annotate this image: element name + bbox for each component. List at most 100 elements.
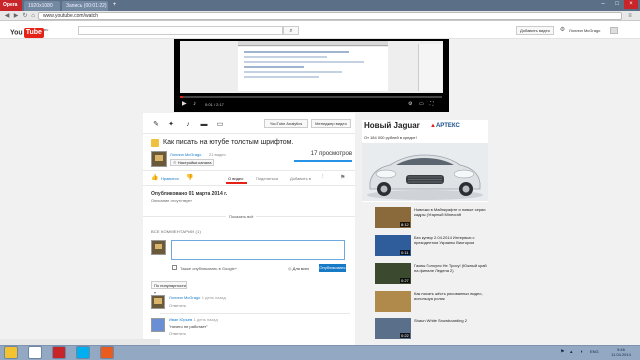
suggestion-thumbnail: [375, 291, 411, 312]
opera-icon[interactable]: [52, 346, 66, 359]
suggestion-item[interactable]: 8:12 Новички в Майнкрафте и новые серии …: [362, 207, 488, 231]
video-frame-document: [238, 47, 388, 91]
tray-volume-icon[interactable]: ◖: [580, 349, 583, 355]
minimize-icon[interactable]: –: [596, 0, 610, 9]
ad-brand-label: АРТЕКС: [435, 123, 460, 129]
search-input[interactable]: [78, 26, 283, 35]
theater-mode-icon[interactable]: ▭: [419, 100, 424, 109]
tab-add-to[interactable]: Добавить в: [290, 176, 311, 181]
opera-menu-button[interactable]: Opera: [0, 0, 22, 11]
comment-time: 1 день назад: [193, 317, 218, 322]
tab-recording[interactable]: Запись (00:01:22): [62, 1, 108, 11]
suggestion-item[interactable]: Как писать жёсть рисованных видео, испол…: [362, 291, 488, 315]
new-tab-icon[interactable]: +: [110, 1, 119, 10]
close-window-icon[interactable]: ×: [624, 0, 638, 9]
comment-input[interactable]: [171, 240, 345, 260]
clock-date: 11.04.2014: [611, 352, 631, 357]
show-all-button[interactable]: Показать всё: [226, 214, 257, 219]
author-link[interactable]: Лоллип McGrago: [170, 152, 201, 157]
system-clock[interactable]: 9:46 11.04.2014: [604, 347, 638, 357]
comment-author[interactable]: Иван Юрьев: [169, 317, 192, 322]
forward-icon[interactable]: ▶: [12, 12, 20, 20]
logo-region: RU: [43, 28, 49, 32]
suggestion-title: Новички в Майнкрафте и новые серии кадры…: [414, 207, 486, 217]
address-input[interactable]: www.youtube.com/watch: [38, 12, 622, 20]
stats-icon[interactable]: ⫶: [322, 174, 324, 181]
suggestion-duration: 8:12: [400, 222, 410, 227]
dislike-icon[interactable]: 👎: [186, 174, 193, 181]
settings-icon[interactable]: ⚙: [408, 100, 412, 109]
comment-avatar[interactable]: [151, 318, 165, 332]
comment-avatar[interactable]: [151, 295, 165, 309]
flag-icon[interactable]: ⚑: [340, 174, 345, 181]
gplus-checkbox[interactable]: [172, 265, 177, 270]
publish-comment-button[interactable]: Опубликовать: [319, 264, 346, 272]
magic-wand-icon[interactable]: ✦: [166, 120, 176, 130]
logo-box: Tube: [23, 28, 44, 39]
gplus-label: Также опубликовать в Google+: [180, 266, 238, 271]
video-description: Описание отсутствует: [151, 198, 192, 203]
media-player-icon[interactable]: [100, 346, 114, 359]
player-progress-track[interactable]: [180, 96, 442, 98]
language-indicator[interactable]: ENG: [590, 349, 599, 354]
reply-button[interactable]: Ответить: [169, 331, 186, 336]
audience-select[interactable]: ◍ Для всех: [288, 266, 309, 271]
tray-network-icon[interactable]: ▴: [570, 349, 573, 355]
comment-time: 1 день назад: [201, 295, 226, 300]
comment-header: Иван Юрьев 1 день назад: [169, 317, 218, 323]
reload-icon[interactable]: ↻: [21, 12, 29, 20]
analytics-button[interactable]: YouTube Analytics: [264, 119, 308, 128]
maximize-icon[interactable]: □: [610, 0, 624, 9]
user-name[interactable]: Лоллип McGrago: [569, 26, 600, 35]
channel-settings-label: Настройки канала: [177, 160, 212, 165]
explorer-icon[interactable]: [4, 346, 18, 359]
upload-button[interactable]: Добавить видео: [516, 26, 554, 35]
like-button[interactable]: Нравится: [161, 176, 179, 181]
yandex-browser-icon[interactable]: [28, 346, 42, 359]
youtube-logo[interactable]: You Tube RU: [10, 25, 49, 39]
tab-about[interactable]: О видео: [228, 176, 243, 181]
suggestion-item[interactable]: 0:27 Гаовы Голоуля Не Тросу! (Южный край…: [362, 263, 488, 287]
annotations-icon[interactable]: ▬: [199, 120, 209, 130]
publish-date: Опубликовано 01 марта 2014 г.: [151, 191, 228, 197]
suggestion-duration: 0:22: [400, 333, 410, 338]
video-manager-button[interactable]: Менеджер видео: [311, 119, 351, 128]
fullscreen-icon[interactable]: ⛶: [430, 100, 434, 109]
back-icon[interactable]: ◀: [3, 12, 11, 20]
video-frame-toolbar: [238, 41, 388, 46]
browser-menu-icon[interactable]: ≡: [626, 12, 634, 20]
suggestion-duration: 0:11: [400, 250, 410, 255]
reply-button[interactable]: Ответить: [169, 303, 186, 308]
like-icon[interactable]: 👍: [151, 174, 159, 182]
search-icon[interactable]: ⌕: [283, 26, 299, 35]
gear-icon[interactable]: ⚙: [558, 26, 567, 35]
author-avatar[interactable]: [151, 151, 167, 167]
subtitles-icon[interactable]: ▭: [215, 120, 225, 130]
suggestion-title: Shaun White Snowboarding 2: [414, 318, 467, 323]
channel-settings-button[interactable]: ⚙ Настройки канала: [170, 159, 214, 166]
tray-flag-icon[interactable]: ⚑: [560, 349, 564, 355]
ad-title: Новый Jaguar: [364, 121, 420, 130]
player-progress-fill: [180, 96, 183, 98]
sort-select[interactable]: По популярности ▾: [151, 281, 187, 295]
suggestion-item[interactable]: 0:22 Shaun White Snowboarding 2: [362, 318, 488, 342]
tab-1920x1080[interactable]: 1920x1080: [24, 1, 60, 11]
suggestion-item[interactable]: 0:11 Без купюр 2.04.2014 Интервью с през…: [362, 235, 488, 259]
divider: [143, 185, 355, 186]
ad-brand: ▲АРТЕКС: [430, 123, 460, 129]
tab-about-underline: [226, 182, 247, 184]
logo-text: You: [10, 29, 23, 37]
skype-icon[interactable]: [76, 346, 90, 359]
sort-label: По популярности: [154, 283, 186, 288]
volume-icon[interactable]: ♪: [193, 100, 196, 109]
edit-icon[interactable]: ✎: [151, 120, 161, 130]
video-title: Как писать на ютубе толстым шрифтом.: [163, 139, 294, 146]
windows-taskbar: [0, 345, 640, 360]
play-icon[interactable]: ▶: [182, 100, 187, 109]
audio-icon[interactable]: ♪: [183, 120, 193, 130]
tab-share[interactable]: Поделиться: [256, 176, 278, 181]
comment-author[interactable]: Лоллип McGrago: [169, 295, 200, 300]
notifications-icon[interactable]: [610, 27, 618, 34]
view-count: 17 просмотров: [310, 151, 352, 157]
home-icon[interactable]: ⌂: [29, 12, 37, 20]
